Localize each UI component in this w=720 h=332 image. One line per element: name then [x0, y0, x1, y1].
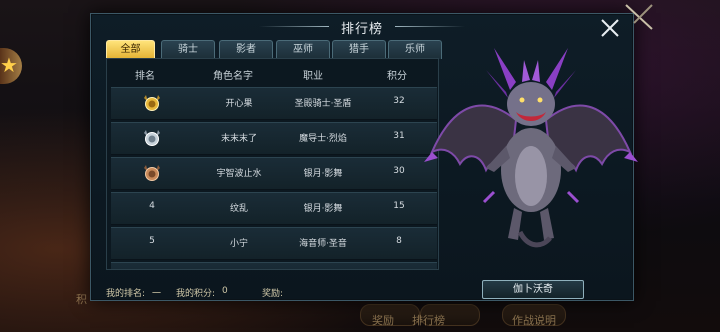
table-row[interactable]: 4 纹乱 银月·影舞 15 [111, 192, 437, 225]
player-name: 小宁 [229, 239, 248, 249]
title-divider-left [259, 26, 329, 27]
player-class: 银月·影舞 [303, 169, 343, 179]
gold-medal-icon [144, 95, 160, 111]
reward-label: 奖励: [262, 289, 284, 299]
crossed-swords-icon [625, 4, 653, 30]
player-name: 开心果 [225, 99, 253, 109]
table-row[interactable]: 开心果 圣殿骑士·圣盾 32 [111, 87, 437, 120]
ranking-list[interactable]: 排名 角色名字 职业 积分 开心果 圣殿骑士·圣盾 32 末末末了 魔导士·烈焰… [106, 58, 439, 270]
background-label-reward: 奖励 [372, 314, 394, 327]
my-rank-label: 我的排名: [106, 289, 146, 299]
my-score-value: 0 [222, 286, 228, 296]
player-class: 海音师·圣音 [299, 239, 347, 249]
player-class: 银月·影舞 [303, 204, 343, 214]
player-name: 末末末了 [220, 134, 257, 144]
dragon-boss-portrait [424, 48, 638, 248]
tab-wizard[interactable]: 巫师 [276, 40, 330, 59]
column-name: 角色名字 [213, 71, 253, 82]
column-score: 积分 [387, 71, 407, 82]
tab-shadow[interactable]: 影者 [219, 40, 273, 59]
column-class: 职业 [303, 71, 323, 82]
background-text: 积 [76, 293, 87, 306]
player-score: 15 [393, 201, 405, 211]
player-rank: 4 [149, 201, 155, 211]
table-row[interactable]: 5 小宁 海音师·圣音 8 [111, 227, 437, 260]
background-label-rank: 排行榜 [412, 314, 445, 327]
star-icon[interactable]: ★ [0, 55, 18, 75]
background-label-battle-info: 作战说明 [512, 314, 556, 327]
column-rank: 排名 [135, 71, 155, 82]
close-button[interactable] [599, 17, 621, 39]
player-score: 8 [396, 236, 402, 246]
player-score: 32 [393, 96, 405, 106]
my-rank-value: 一 [152, 289, 162, 299]
player-rank: 5 [149, 236, 155, 246]
title-divider-right [395, 26, 465, 27]
silver-medal-icon [144, 130, 160, 146]
player-score: 30 [393, 166, 405, 176]
close-icon [601, 19, 619, 37]
table-row[interactable]: 宇智波止水 银月·影舞 30 [111, 157, 437, 190]
player-score: 31 [393, 131, 405, 141]
tab-knight[interactable]: 骑士 [161, 40, 215, 59]
player-name: 纹乱 [229, 204, 248, 214]
player-name: 宇智波止水 [216, 169, 262, 179]
panel-title: 排行榜 [340, 22, 384, 37]
tab-hunter[interactable]: 猎手 [332, 40, 386, 59]
my-score-label: 我的积分: [176, 289, 216, 299]
player-class: 圣殿骑士·圣盾 [294, 99, 352, 109]
boss-name-button[interactable]: 伽卜沃奇 [482, 280, 584, 299]
table-row-partial[interactable] [111, 262, 437, 269]
bronze-medal-icon [144, 165, 160, 181]
table-row[interactable]: 末末末了 魔导士·烈焰 31 [111, 122, 437, 155]
tab-all[interactable]: 全部 [106, 40, 155, 59]
player-class: 魔导士·烈焰 [299, 134, 347, 144]
